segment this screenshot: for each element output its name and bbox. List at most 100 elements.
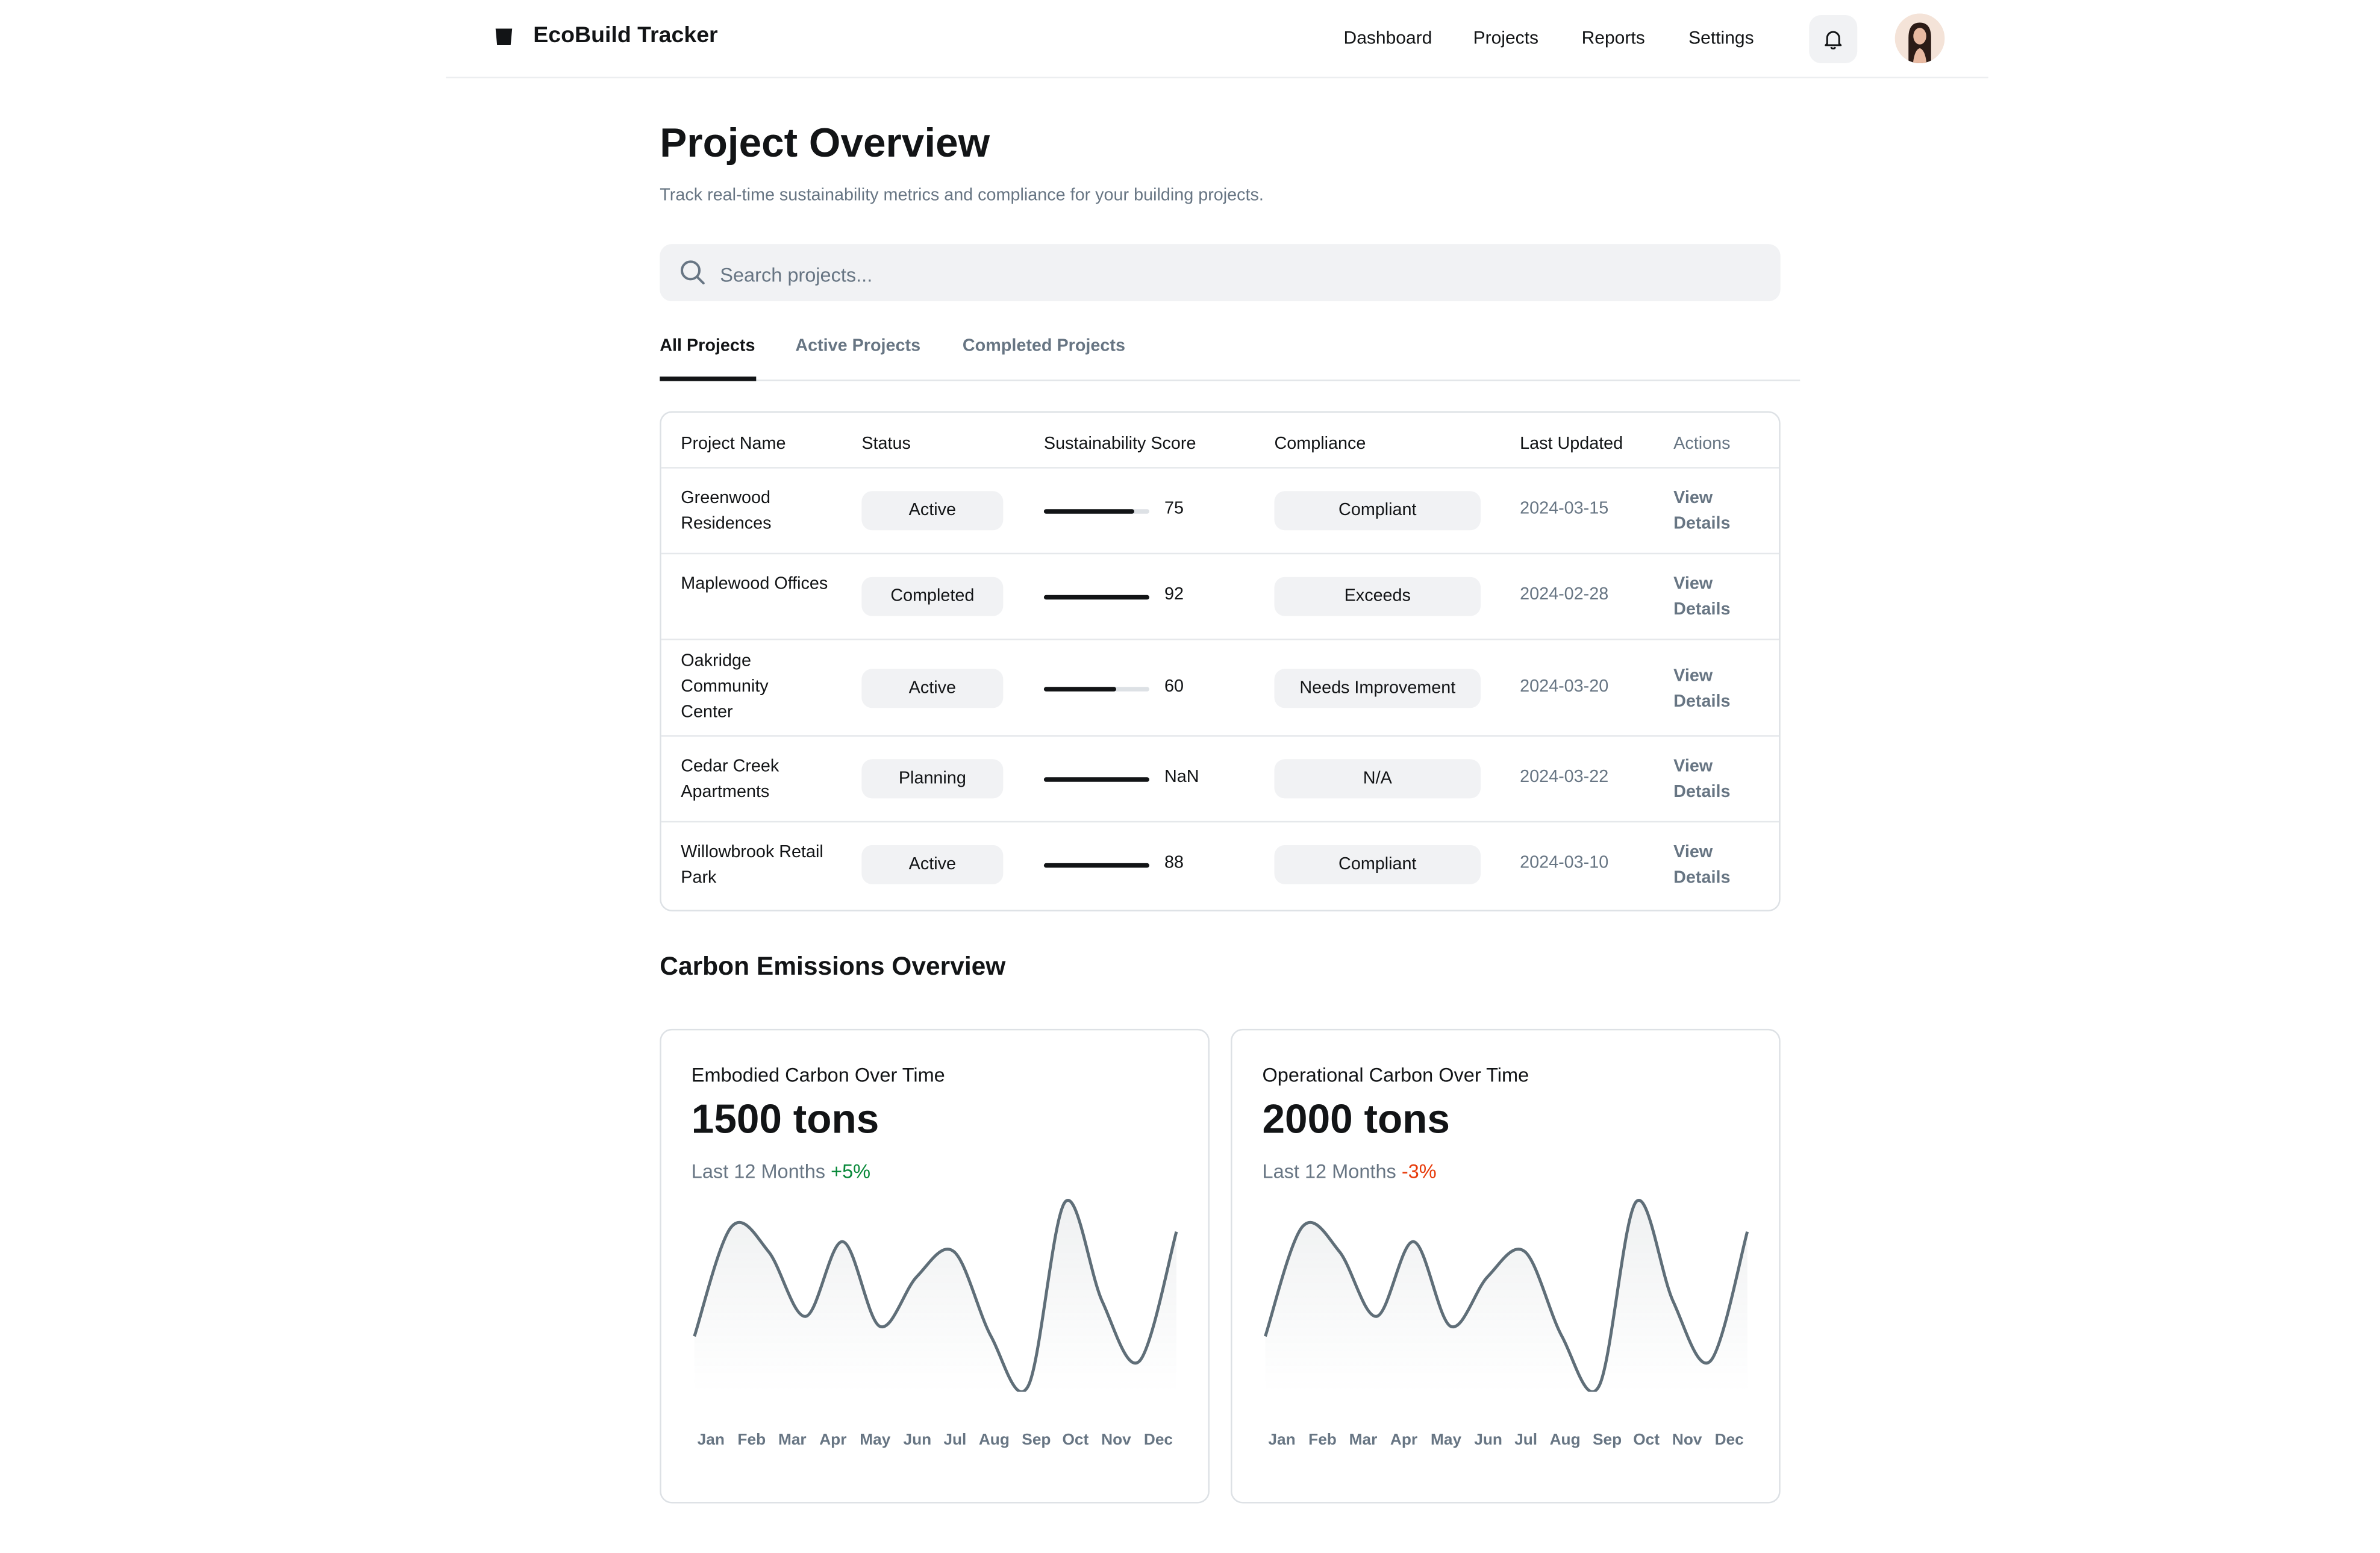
- score-bar: [1043, 863, 1149, 868]
- month-label: Aug: [978, 1431, 1010, 1449]
- column-header-status[interactable]: Status: [861, 436, 911, 454]
- change-indicator: -3%: [1401, 1160, 1437, 1183]
- period-label: Last 12 Months: [1262, 1160, 1396, 1183]
- nav-reports[interactable]: Reports: [1582, 27, 1645, 48]
- avatar-portrait-icon: [1894, 13, 1945, 64]
- card-value: 2000 tons: [1262, 1096, 1450, 1142]
- score-bar: [1043, 595, 1149, 600]
- score-bar-fill: [1043, 777, 1149, 782]
- tab-active-projects[interactable]: Active Projects: [795, 337, 920, 355]
- month-label: May: [860, 1431, 891, 1449]
- card-title: Operational Carbon Over Time: [1262, 1063, 1529, 1086]
- bell-icon: [1825, 31, 1842, 50]
- embodied-carbon-line-chart: [693, 1199, 1178, 1392]
- view-details-link[interactable]: View Details: [1673, 664, 1764, 716]
- compliance-badge: Needs Improvement: [1274, 669, 1481, 708]
- project-name-cell: Greenwood Residences: [681, 489, 772, 534]
- last-updated-cell: 2024-03-10: [1520, 854, 1609, 872]
- month-label: Jan: [697, 1431, 725, 1449]
- projects-table: Project Name Status Sustainability Score…: [660, 411, 1781, 911]
- tab-completed-projects[interactable]: Completed Projects: [963, 337, 1125, 355]
- status-badge: Active: [861, 845, 1004, 884]
- month-label: Nov: [1672, 1431, 1702, 1449]
- tab-all-projects[interactable]: All Projects: [660, 337, 755, 355]
- compliance-badge: N/A: [1274, 759, 1481, 799]
- project-name-cell: Cedar Creek Apartments: [681, 757, 779, 802]
- top-header: EcoBuild Tracker Dashboard Projects Repo…: [446, 0, 1988, 79]
- nav-projects[interactable]: Projects: [1473, 27, 1538, 48]
- last-updated-cell: 2024-02-28: [1520, 586, 1609, 604]
- column-header-last-updated[interactable]: Last Updated: [1520, 436, 1623, 454]
- status-badge: Active: [861, 669, 1004, 708]
- score-value: 60: [1164, 678, 1184, 696]
- square-logo-icon: [495, 28, 513, 46]
- chart-area: [694, 1200, 1176, 1392]
- month-label: Mar: [1349, 1431, 1378, 1449]
- period-label: Last 12 Months: [691, 1160, 826, 1183]
- page-subtitle: Track real-time sustainability metrics a…: [660, 187, 1264, 205]
- month-label: Jul: [943, 1431, 967, 1449]
- score-bar-fill: [1043, 595, 1149, 600]
- nav-settings[interactable]: Settings: [1688, 27, 1754, 48]
- status-badge: Planning: [861, 759, 1004, 799]
- embodied-carbon-card: Embodied Carbon Over Time 1500 tons Last…: [660, 1028, 1210, 1504]
- chart-area: [1265, 1200, 1748, 1392]
- nav-dashboard[interactable]: Dashboard: [1344, 27, 1432, 48]
- month-label: Aug: [1549, 1431, 1581, 1449]
- score-value: 75: [1164, 500, 1184, 519]
- month-label: Dec: [1714, 1431, 1744, 1449]
- score-value: 92: [1164, 586, 1184, 604]
- month-label: Apr: [819, 1431, 847, 1449]
- view-details-link[interactable]: View Details: [1673, 840, 1764, 892]
- view-details-link[interactable]: View Details: [1673, 487, 1764, 538]
- month-label: Feb: [1308, 1431, 1337, 1449]
- search-input[interactable]: [717, 244, 1763, 305]
- compliance-badge: Exceeds: [1274, 577, 1481, 616]
- score-bar: [1043, 777, 1149, 782]
- score-bar: [1043, 509, 1149, 514]
- score-bar-fill: [1043, 509, 1134, 514]
- user-avatar[interactable]: [1894, 13, 1945, 64]
- table-row: Maplewood Offices Completed 92 Exceeds 2…: [661, 552, 1779, 640]
- change-indicator: +5%: [831, 1160, 871, 1183]
- operational-carbon-line-chart: [1264, 1199, 1749, 1392]
- project-name-cell: Willowbrook Retail Park: [681, 843, 823, 887]
- score-bar: [1043, 687, 1149, 692]
- notifications-button[interactable]: [1809, 15, 1858, 64]
- carbon-section-title: Carbon Emissions Overview: [660, 952, 1006, 981]
- month-label: Feb: [737, 1431, 766, 1449]
- table-row: Willowbrook Retail Park Active 88 Compli…: [661, 820, 1779, 910]
- app-window: EcoBuild Tracker Dashboard Projects Repo…: [0, 0, 2380, 1553]
- view-details-link[interactable]: View Details: [1673, 572, 1764, 623]
- search-bar[interactable]: [660, 244, 1781, 305]
- month-label: Dec: [1143, 1431, 1173, 1449]
- month-label: Jul: [1514, 1431, 1538, 1449]
- column-header-actions: Actions: [1673, 435, 1731, 454]
- page-title: Project Overview: [660, 120, 990, 166]
- month-label: Mar: [778, 1431, 807, 1449]
- last-updated-cell: 2024-03-20: [1520, 678, 1609, 696]
- status-badge: Completed: [861, 577, 1004, 616]
- compliance-badge: Compliant: [1274, 491, 1481, 531]
- column-header-project-name[interactable]: Project Name: [681, 436, 786, 454]
- score-bar-fill: [1043, 687, 1116, 692]
- card-period: Last 12 Months -3%: [1263, 1160, 1437, 1183]
- month-label: Apr: [1390, 1431, 1418, 1449]
- score-value: NaN: [1164, 768, 1199, 787]
- score-bar-fill: [1043, 863, 1149, 868]
- card-period: Last 12 Months +5%: [692, 1160, 870, 1183]
- project-name-cell: Maplewood Offices: [681, 575, 828, 594]
- view-details-link[interactable]: View Details: [1673, 755, 1764, 806]
- column-header-sustainability-score[interactable]: Sustainability Score: [1044, 436, 1196, 454]
- score-value: 88: [1164, 854, 1184, 872]
- last-updated-cell: 2024-03-22: [1520, 768, 1609, 787]
- column-header-compliance[interactable]: Compliance: [1275, 436, 1366, 454]
- month-label: May: [1431, 1431, 1462, 1449]
- table-row: Greenwood Residences Active 75 Compliant…: [661, 467, 1779, 554]
- project-name-cell: Oakridge Community Center: [681, 652, 769, 722]
- compliance-badge: Compliant: [1274, 845, 1481, 884]
- month-label: Sep: [1022, 1431, 1051, 1449]
- table-row: Oakridge Community Center Active 60 Need…: [661, 639, 1779, 737]
- active-tab-indicator: [660, 377, 757, 381]
- month-label: Jan: [1268, 1431, 1296, 1449]
